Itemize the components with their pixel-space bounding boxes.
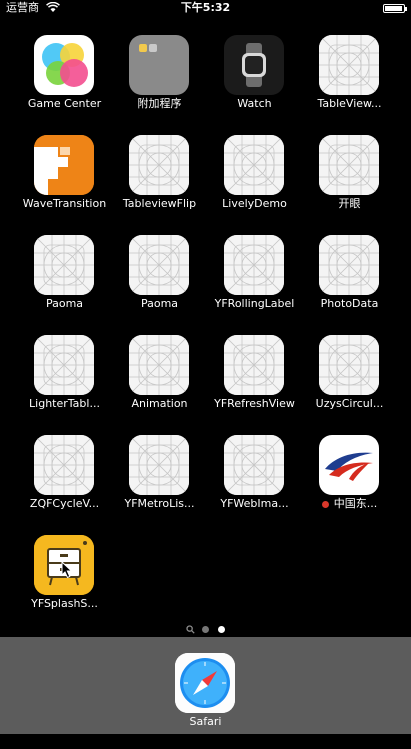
app-game-center[interactable]: Game Center — [17, 35, 112, 131]
placeholder-icon — [129, 235, 189, 295]
app-label: 开眼 — [338, 197, 361, 210]
safari-icon — [175, 653, 235, 713]
app-label: YFMetroLis... — [124, 497, 195, 510]
app-watch[interactable]: Watch — [207, 35, 302, 131]
app-paoma-1[interactable]: Paoma — [17, 235, 112, 331]
wave-transition-icon — [34, 135, 94, 195]
app-label: 中国东... — [302, 497, 397, 511]
app-label: Animation — [131, 397, 188, 410]
china-eastern-icon — [319, 435, 379, 495]
app-label: TableviewFlip — [122, 197, 197, 210]
placeholder-icon — [129, 335, 189, 395]
app-yf-metro-list[interactable]: YFMetroLis... — [112, 435, 207, 531]
placeholder-icon — [319, 235, 379, 295]
app-label: WaveTransition — [22, 197, 107, 210]
app-wave-transition[interactable]: WaveTransition — [17, 135, 112, 231]
app-yf-splash-screen[interactable]: YFSplashS... — [17, 535, 112, 631]
app-paoma-2[interactable]: Paoma — [112, 235, 207, 331]
app-label: LighterTabl... — [29, 397, 100, 410]
app-label: UzysCircul... — [315, 397, 384, 410]
new-install-badge — [321, 500, 329, 508]
app-label: YFRefreshView — [214, 397, 295, 410]
dock: Safari — [0, 637, 411, 734]
placeholder-icon — [34, 235, 94, 295]
status-bar: 运营商 下午5:32 — [0, 0, 411, 16]
app-label: Watch — [237, 97, 272, 110]
page-dot[interactable] — [202, 626, 209, 633]
watch-icon — [224, 35, 284, 95]
app-label: Safari — [189, 715, 222, 728]
placeholder-icon — [319, 35, 379, 95]
game-center-icon — [34, 35, 94, 95]
app-photo-data[interactable]: PhotoData — [302, 235, 397, 331]
app-label: YFWebIma... — [220, 497, 289, 510]
app-label-text: 中国东... — [333, 497, 378, 510]
spotlight-search-icon[interactable] — [186, 625, 195, 634]
app-label: Paoma — [45, 297, 84, 310]
status-time: 下午5:32 — [180, 1, 231, 14]
placeholder-icon — [319, 335, 379, 395]
mouse-cursor-icon — [61, 561, 73, 579]
placeholder-icon — [224, 435, 284, 495]
placeholder-icon — [34, 335, 94, 395]
app-yf-web-image[interactable]: YFWebIma... — [207, 435, 302, 531]
app-yf-rolling-label[interactable]: YFRollingLabel — [207, 235, 302, 331]
app-safari[interactable]: Safari — [158, 653, 253, 749]
app-label: YFSplashS... — [31, 597, 98, 610]
app-yf-refresh-view[interactable]: YFRefreshView — [207, 335, 302, 431]
placeholder-icon — [34, 435, 94, 495]
app-label: TableView... — [317, 97, 382, 110]
folder-icon — [129, 35, 189, 95]
app-lively-demo[interactable]: LivelyDemo — [207, 135, 302, 231]
app-tableview-flip[interactable]: TableviewFlip — [112, 135, 207, 231]
placeholder-icon — [224, 135, 284, 195]
placeholder-icon — [319, 135, 379, 195]
app-label: ZQFCycleV... — [29, 497, 100, 510]
app-label: Game Center — [27, 97, 102, 110]
app-kaiyan[interactable]: 开眼 — [302, 135, 397, 231]
app-lighter-table[interactable]: LighterTabl... — [17, 335, 112, 431]
app-tableview[interactable]: TableView... — [302, 35, 397, 131]
app-zqf-cycle-view[interactable]: ZQFCycleV... — [17, 435, 112, 531]
battery-icon — [383, 4, 407, 13]
app-folder[interactable]: 附加程序 — [112, 35, 207, 131]
placeholder-icon — [129, 135, 189, 195]
app-label: 附加程序 — [137, 97, 182, 110]
app-uzys-circular[interactable]: UzysCircul... — [302, 335, 397, 431]
page-dot-active[interactable] — [218, 626, 225, 633]
app-label: YFRollingLabel — [214, 297, 295, 310]
placeholder-icon — [224, 235, 284, 295]
placeholder-icon — [224, 335, 284, 395]
app-label: Paoma — [140, 297, 179, 310]
app-china-eastern[interactable]: 中国东... — [302, 435, 397, 531]
app-label: LivelyDemo — [222, 197, 287, 210]
app-animation[interactable]: Animation — [112, 335, 207, 431]
placeholder-icon — [129, 435, 189, 495]
app-label: PhotoData — [320, 297, 379, 310]
